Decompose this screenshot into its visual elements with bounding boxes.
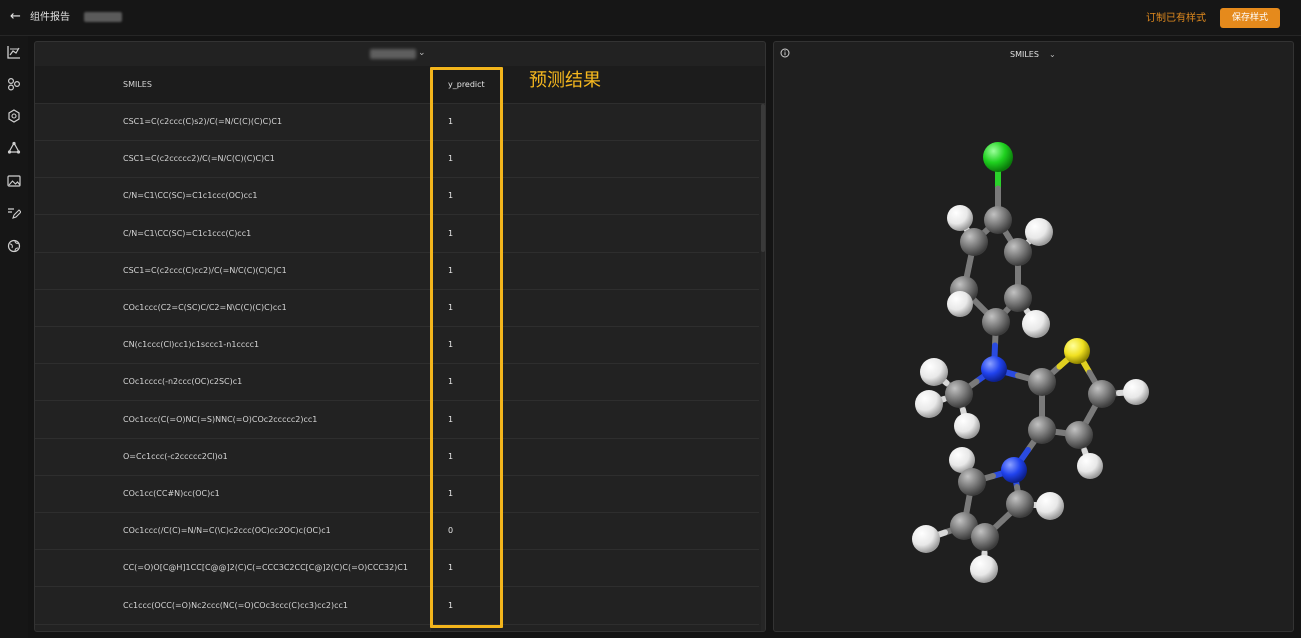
carbon-atom <box>1004 238 1032 266</box>
column-header-smiles[interactable]: SMILES <box>123 80 152 90</box>
carbon-atom <box>1028 368 1056 396</box>
top-bar: ← 组件报告 订制已有样式 保存样式 <box>0 0 1301 36</box>
carbon-atom <box>1006 490 1034 518</box>
dataset-selector-redacted[interactable] <box>370 49 416 59</box>
table-row[interactable]: COc1ccc(C(=O)NC(=S)NNC(=O)COc2ccccc2)cc1… <box>35 402 759 439</box>
carbon-atom <box>1088 380 1116 408</box>
carbon-atom <box>958 468 986 496</box>
image-icon[interactable] <box>7 174 21 188</box>
table-row[interactable]: Cc1ccc(OCC(=O)Nc2ccc(NC(=O)COc3ccc(C)cc3… <box>35 588 759 625</box>
column-header-y-predict[interactable]: y_predict <box>448 80 485 90</box>
carbon-atom <box>1004 284 1032 312</box>
smiles-cell: C/N=C1\CC(SC)=C1c1ccc(OC)cc1 <box>123 191 258 201</box>
table-row[interactable]: CSC1=C(c2ccc(C)cc2)/C(=N/C(C)(C)C)C1 1 <box>35 253 759 290</box>
y-predict-cell: 0 <box>448 526 454 536</box>
table-panel-header: ⌄ <box>35 42 765 66</box>
y-predict-cell: 1 <box>448 228 454 238</box>
molecule-3d-render[interactable] <box>774 42 1294 632</box>
table-row[interactable]: C/N=C1\CC(SC)=C1c1ccc(C)cc1 1 <box>35 216 759 253</box>
smiles-cell: CC(=O)O[C@H]1CC[C@@]2(C)C(=CCC3C2CC[C@]2… <box>123 563 408 573</box>
carbon-atom <box>960 228 988 256</box>
prediction-annotation-label: 预测结果 <box>529 70 601 91</box>
smiles-cell: Cc1ccc(OCC(=O)Nc2ccc(NC(=O)COc3ccc(C)cc3… <box>123 600 348 610</box>
y-predict-cell: 1 <box>448 451 454 461</box>
hydrogen-atom <box>947 291 973 317</box>
table-row[interactable]: COc1ccc(C2=C(SC)C/C2=N\C(C)(C)C)cc1 1 <box>35 290 759 327</box>
table-row[interactable]: C/N=C1\CC(SC)=C1c1ccc(OC)cc1 1 <box>35 178 759 216</box>
hydrogen-atom <box>970 555 998 583</box>
breadcrumb-redacted <box>84 12 122 22</box>
scrollbar-thumb[interactable] <box>761 104 765 252</box>
carbon-atom <box>982 308 1010 336</box>
y-predict-cell: 1 <box>448 191 454 201</box>
y-predict-cell: 1 <box>448 489 454 498</box>
save-style-button[interactable]: 保存样式 <box>1220 8 1280 28</box>
smiles-cell: C/N=C1\CC(SC)=C1c1ccc(C)cc1 <box>123 228 252 238</box>
smiles-cell: COc1cc(CC#N)cc(OC)c1 <box>123 489 220 498</box>
molecule-viewer-panel: SMILES ⌄ <box>773 41 1294 632</box>
smiles-cell: COc1ccc(C2=C(SC)C/C2=N\C(C)(C)C)cc1 <box>123 303 287 312</box>
hydrogen-atom <box>915 390 943 418</box>
y-predict-cell: 1 <box>448 340 454 350</box>
hydrogen-atom <box>1025 218 1053 246</box>
table-row[interactable]: CSC1=C(c2ccc(C)s2)/C(=N/C(C)(C)C)C1 1 <box>35 104 759 141</box>
hydrogen-atom <box>912 525 940 553</box>
y-predict-cell: 1 <box>448 265 454 275</box>
globe-icon[interactable] <box>7 239 21 253</box>
y-predict-cell: 1 <box>448 154 454 164</box>
left-sidebar <box>0 36 28 638</box>
smiles-cell: COc1cccc(-n2ccc(OC)c2SC)c1 <box>123 377 243 387</box>
hydrogen-atom <box>954 413 980 439</box>
chevron-down-icon[interactable]: ⌄ <box>418 48 428 58</box>
y-predict-cell: 1 <box>448 414 454 424</box>
share-nodes-icon[interactable] <box>7 77 21 91</box>
carbon-atom <box>984 206 1012 234</box>
table-row[interactable]: COc1cccc(-n2ccc(OC)c2SC)c1 1 <box>35 364 759 402</box>
hydrogen-atom <box>1123 379 1149 405</box>
chlorine-atom <box>983 142 1013 172</box>
hydrogen-atom <box>1077 453 1103 479</box>
y-predict-cell: 1 <box>448 303 454 312</box>
hydrogen-atom <box>1036 492 1064 520</box>
carbon-atom <box>945 380 973 408</box>
hydrogen-atom <box>920 358 948 386</box>
carbon-atom <box>1028 416 1056 444</box>
triangle-nodes-icon[interactable] <box>7 141 21 155</box>
table-body: CSC1=C(c2ccc(C)s2)/C(=N/C(C)(C)C)C1 1 CSC1… <box>35 104 759 631</box>
table-row[interactable]: CN(c1ccc(Cl)cc1)c1sccc1-n1cccc1 1 <box>35 327 759 365</box>
pen-icon[interactable] <box>7 206 21 220</box>
carbon-atom <box>971 523 999 551</box>
table-row[interactable]: COc1ccc(/C(C)=N/N=C(\C)c2ccc(OC)cc2OC)c(… <box>35 513 759 551</box>
breadcrumb[interactable]: 组件报告 <box>30 11 70 25</box>
carbon-atom <box>1065 421 1093 449</box>
table-row[interactable]: CSC1=C(c2ccccc2)/C(=N/C(C)(C)C)C1 1 <box>35 141 759 179</box>
nitrogen-atom <box>1001 457 1027 483</box>
y-predict-cell: 1 <box>448 600 454 610</box>
smiles-cell: CSC1=C(c2ccc(C)s2)/C(=N/C(C)(C)C)C1 <box>123 117 283 126</box>
sulfur-atom <box>1064 338 1090 364</box>
smiles-cell: CSC1=C(c2ccccc2)/C(=N/C(C)(C)C)C1 <box>123 154 275 164</box>
table-scrollbar[interactable] <box>761 104 765 631</box>
prediction-table-panel: ⌄ SMILES y_predict CSC1=C(c2ccc(C)s2)/C(… <box>34 41 766 632</box>
hydrogen-atom <box>1022 310 1050 338</box>
smiles-cell: CN(c1ccc(Cl)cc1)c1sccc1-n1cccc1 <box>123 340 260 350</box>
table-row[interactable]: COc1cc(CC#N)cc(OC)c1 1 <box>35 476 759 513</box>
table-row[interactable]: O=Cc1ccc(-c2ccccc2Cl)o1 1 <box>35 439 759 476</box>
smiles-cell: CSC1=C(c2ccc(C)cc2)/C(=N/C(C)(C)C)C1 <box>123 265 287 275</box>
molecule-icon[interactable] <box>7 109 21 123</box>
design-style-link[interactable]: 订制已有样式 <box>1146 12 1206 26</box>
table-header: SMILES y_predict <box>35 66 765 104</box>
y-predict-cell: 1 <box>448 377 454 387</box>
y-predict-cell: 1 <box>448 563 454 573</box>
smiles-cell: COc1ccc(C(=O)NC(=S)NNC(=O)COc2ccccc2)cc1 <box>123 414 318 424</box>
smiles-cell: O=Cc1ccc(-c2ccccc2Cl)o1 <box>123 451 228 461</box>
arrow-left-icon[interactable]: ← <box>10 9 26 25</box>
hydrogen-atom <box>947 205 973 231</box>
smiles-cell: COc1ccc(/C(C)=N/N=C(\C)c2ccc(OC)cc2OC)c(… <box>123 526 331 536</box>
y-predict-cell: 1 <box>448 117 454 126</box>
line-chart-icon[interactable] <box>7 45 21 59</box>
table-row[interactable]: CC(=O)O[C@H]1CC[C@@]2(C)C(=CCC3C2CC[C@]2… <box>35 550 759 588</box>
nitrogen-atom <box>981 356 1007 382</box>
